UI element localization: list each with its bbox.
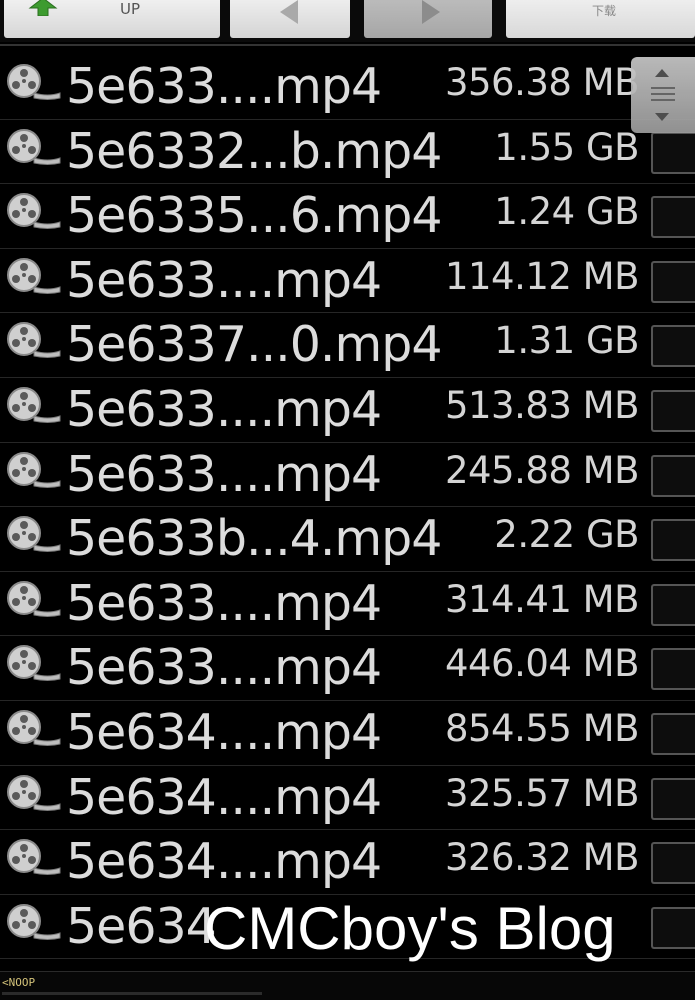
file-name: 5e634....mp4 <box>66 833 382 891</box>
file-size: 854.55 MB <box>444 706 640 750</box>
select-checkbox[interactable] <box>651 712 695 755</box>
file-row[interactable]: 5e633....mp4 314.41 MB <box>0 572 695 637</box>
file-size: 325.57 MB <box>444 771 640 815</box>
status-bar: <NOOP <box>0 971 695 1000</box>
file-row[interactable]: 5e634....mp4 326.32 MB <box>0 830 695 895</box>
file-name: 5e633....mp4 <box>66 251 382 309</box>
select-checkbox[interactable] <box>651 131 695 174</box>
file-name: 5e633b...4.mp4 <box>66 510 442 568</box>
file-size: 356.38 MB <box>444 61 640 104</box>
select-checkbox[interactable] <box>651 260 695 303</box>
toolbar-divider <box>0 44 695 46</box>
file-list: 5e633....mp4 356.38 MB 5e6332...b.mp4 1.55 … <box>0 55 695 960</box>
select-checkbox[interactable] <box>651 842 695 885</box>
file-row[interactable]: 5e633....mp4 513.83 MB <box>0 378 695 443</box>
file-row[interactable]: 5e633....mp4 446.04 MB <box>0 636 695 701</box>
select-checkbox[interactable] <box>651 196 695 239</box>
grip-line <box>651 87 675 89</box>
film-reel-icon <box>4 192 62 230</box>
scroll-up-arrow-icon <box>655 69 669 77</box>
grip-line <box>651 99 675 101</box>
file-name: 5e6335...6.mp4 <box>66 187 443 245</box>
file-name: 5e634 <box>66 897 217 955</box>
file-size: 326.32 MB <box>444 836 640 880</box>
film-reel-icon <box>4 386 62 424</box>
file-size: 245.88 MB <box>444 448 640 492</box>
file-name: 5e633....mp4 <box>66 574 382 632</box>
file-name: 5e633....mp4 <box>66 380 382 438</box>
film-reel-icon <box>4 451 62 489</box>
up-button-label: UP <box>120 0 141 18</box>
select-checkbox[interactable] <box>651 519 695 562</box>
scroll-down-arrow-icon <box>655 113 669 121</box>
select-checkbox[interactable] <box>651 777 695 820</box>
green-arrow-up-icon <box>28 0 58 16</box>
file-name: 5e634....mp4 <box>66 768 382 826</box>
select-checkbox[interactable] <box>651 583 695 626</box>
toolbar: UP 下载 <box>0 0 695 42</box>
select-checkbox[interactable] <box>651 454 695 497</box>
file-row[interactable]: 5e634....mp4 854.55 MB <box>0 701 695 766</box>
triangle-left-icon <box>280 0 298 24</box>
select-checkbox[interactable] <box>651 906 695 949</box>
film-reel-icon <box>4 709 62 747</box>
film-reel-icon <box>4 321 62 359</box>
file-row[interactable]: 5e6337...0.mp4 1.31 GB <box>0 313 695 378</box>
file-name: 5e634....mp4 <box>66 703 382 761</box>
file-name: 5e6337...0.mp4 <box>66 316 443 374</box>
film-reel-icon <box>4 257 62 295</box>
up-button[interactable]: UP <box>4 0 220 38</box>
file-size: 513.83 MB <box>444 383 640 427</box>
file-size: 1.55 GB <box>494 125 639 169</box>
file-size: 314.41 MB <box>444 577 640 621</box>
file-name: 5e633....mp4 <box>66 639 382 697</box>
file-size: 446.04 MB <box>444 642 640 686</box>
file-size: 2.22 GB <box>494 513 639 557</box>
file-row[interactable]: 5e633b...4.mp4 2.22 GB <box>0 507 695 572</box>
film-reel-icon <box>4 63 62 101</box>
file-row[interactable]: 5e6332...b.mp4 1.55 GB <box>0 120 695 185</box>
file-row[interactable]: 5e633....mp4 356.38 MB <box>0 55 695 120</box>
film-reel-icon <box>4 903 62 941</box>
film-reel-icon <box>4 580 62 618</box>
watermark: CMCboy's Blog <box>204 895 616 962</box>
select-checkbox[interactable] <box>651 389 695 432</box>
file-row[interactable]: 5e6335...6.mp4 1.24 GB <box>0 184 695 249</box>
film-reel-icon <box>4 515 62 553</box>
select-checkbox[interactable] <box>651 648 695 691</box>
film-reel-icon <box>4 128 62 166</box>
file-name: 5e633....mp4 <box>66 58 382 115</box>
file-size: 1.24 GB <box>494 190 639 234</box>
triangle-right-icon <box>422 0 440 24</box>
file-row[interactable]: 5e633....mp4 114.12 MB <box>0 249 695 314</box>
select-checkbox[interactable] <box>651 325 695 368</box>
file-size: 1.31 GB <box>494 319 639 363</box>
file-name: 5e633....mp4 <box>66 445 382 503</box>
grip-line <box>651 93 675 95</box>
film-reel-icon <box>4 774 62 812</box>
status-text: <NOOP <box>2 976 36 989</box>
film-reel-icon <box>4 838 62 876</box>
file-row[interactable]: 5e633....mp4 245.88 MB <box>0 443 695 508</box>
file-size: 114.12 MB <box>444 254 640 298</box>
film-reel-icon <box>4 644 62 682</box>
back-button[interactable] <box>230 0 350 38</box>
scrollbar-handle[interactable] <box>631 57 695 133</box>
file-row[interactable]: 5e634....mp4 325.57 MB <box>0 766 695 831</box>
status-detail-line <box>2 992 262 995</box>
forward-button[interactable] <box>364 0 492 38</box>
download-button-label: 下载 <box>592 4 617 18</box>
file-name: 5e6332...b.mp4 <box>66 122 442 180</box>
download-button[interactable]: 下载 <box>506 0 695 38</box>
